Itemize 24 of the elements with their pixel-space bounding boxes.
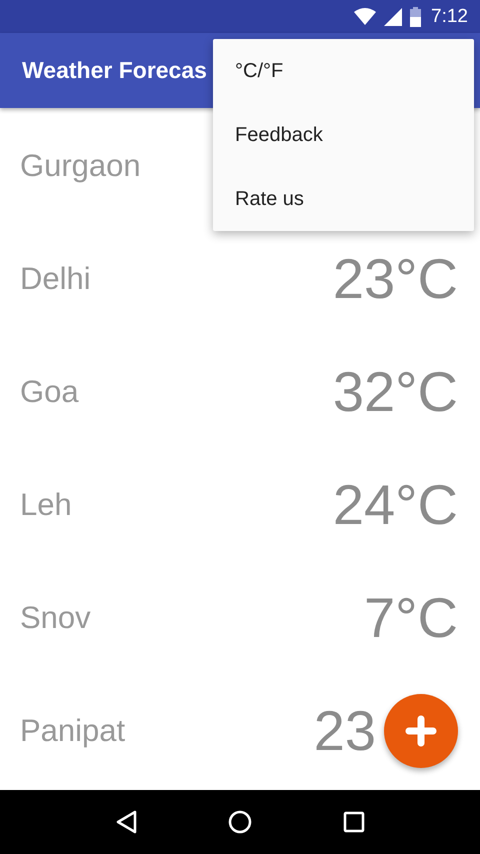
temperature: 23 (314, 698, 376, 763)
back-icon[interactable] (115, 810, 138, 834)
home-icon[interactable] (228, 810, 252, 834)
city-name: Snov (20, 600, 91, 636)
temperature: 32°C (332, 359, 458, 424)
signal-icon (384, 8, 402, 26)
city-name: Delhi (20, 260, 91, 296)
status-time: 7:12 (431, 6, 468, 28)
city-name: Panipat (20, 712, 126, 748)
city-name: Leh (20, 486, 72, 522)
app-title: Weather Forecas (22, 57, 207, 84)
temperature: 24°C (332, 472, 458, 537)
wifi-icon (354, 8, 376, 25)
menu-item[interactable]: Feedback (213, 103, 474, 167)
city-name: Goa (20, 374, 79, 410)
recents-icon[interactable] (342, 811, 365, 833)
city-name: Gurgaon (20, 148, 141, 184)
temperature: 23°C (332, 246, 458, 311)
plus-icon (405, 715, 437, 747)
battery-icon (410, 6, 422, 26)
menu-item[interactable]: °C/°F (213, 39, 474, 103)
menu-item[interactable]: Rate us (213, 167, 474, 231)
temperature: 7°C (364, 585, 458, 650)
add-button[interactable] (384, 694, 458, 768)
